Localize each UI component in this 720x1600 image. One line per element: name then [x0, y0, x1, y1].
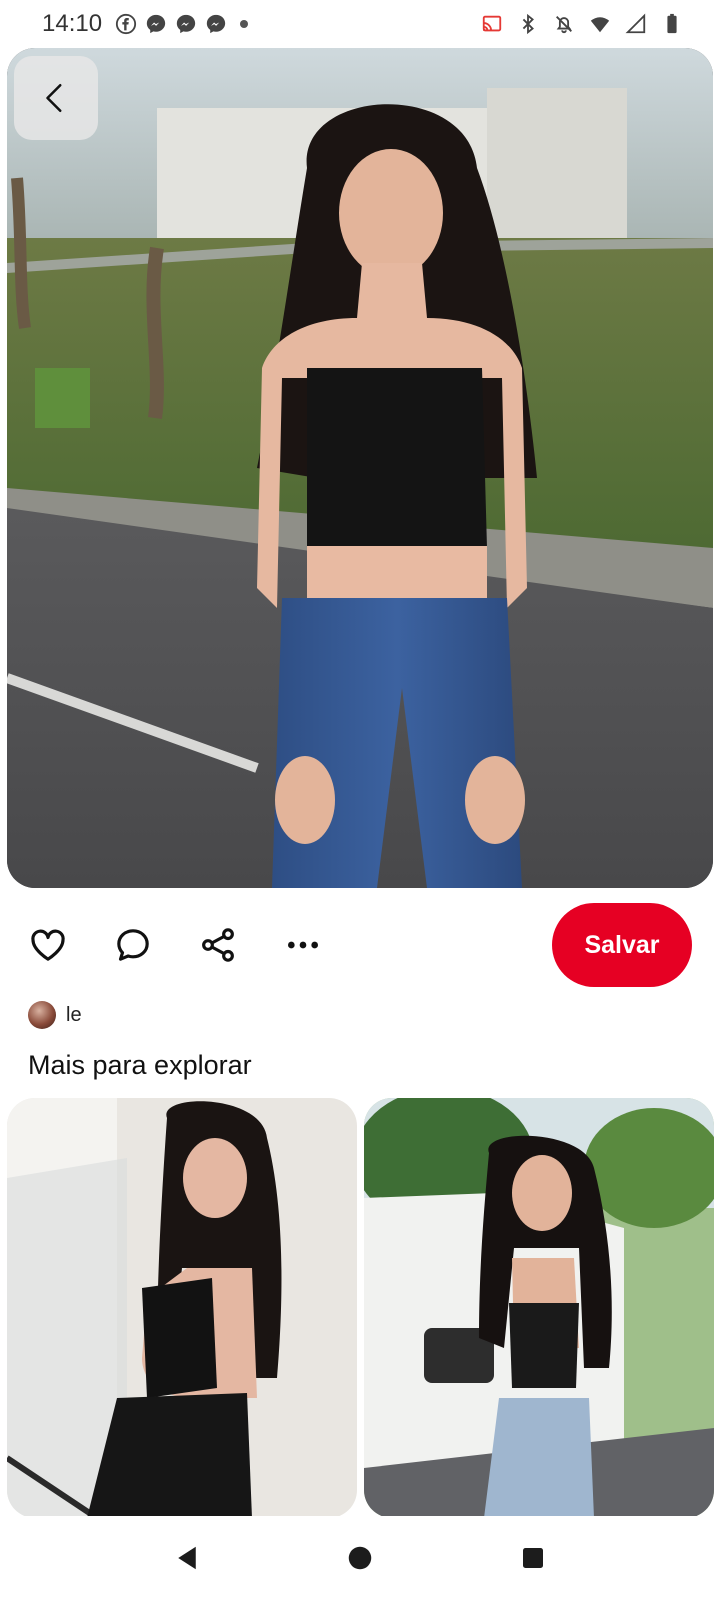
notification-icons [114, 12, 249, 36]
avatar[interactable] [28, 1001, 56, 1029]
home-circle-icon[interactable] [330, 1528, 390, 1588]
comment-icon[interactable] [113, 925, 153, 965]
pin-image[interactable] [7, 48, 713, 888]
share-icon[interactable] [198, 925, 238, 965]
explore-grid [7, 1098, 714, 1518]
section-title: Mais para explorar [28, 1050, 252, 1080]
explore-pin-card[interactable] [7, 1098, 357, 1518]
battery-icon [660, 12, 684, 36]
recents-square-icon[interactable] [503, 1528, 563, 1588]
explore-pin-card[interactable] [364, 1098, 714, 1518]
facebook-icon [114, 12, 138, 36]
back-triangle-icon[interactable] [157, 1528, 217, 1588]
more-notifications-dot [240, 20, 249, 28]
more-horizontal-icon[interactable] [283, 925, 323, 965]
heart-icon[interactable] [28, 925, 68, 965]
signal-icon [624, 12, 648, 36]
status-bar: 14:10 [0, 0, 720, 48]
messenger-icon [204, 12, 228, 36]
back-button[interactable] [14, 56, 98, 140]
save-button[interactable]: Salvar [552, 903, 692, 987]
mute-icon [552, 12, 576, 36]
chevron-left-icon [46, 83, 62, 113]
bluetooth-icon [516, 12, 540, 36]
messenger-icon [144, 12, 168, 36]
messenger-icon [174, 12, 198, 36]
cast-icon [480, 12, 504, 36]
system-nav-bar [0, 1516, 720, 1600]
pin-author[interactable]: le [28, 1000, 82, 1030]
system-icons [480, 12, 684, 36]
author-name[interactable]: le [66, 1004, 82, 1027]
status-time: 14:10 [42, 10, 103, 37]
pin-actions: Salvar [0, 900, 720, 990]
wifi-icon [588, 12, 612, 36]
